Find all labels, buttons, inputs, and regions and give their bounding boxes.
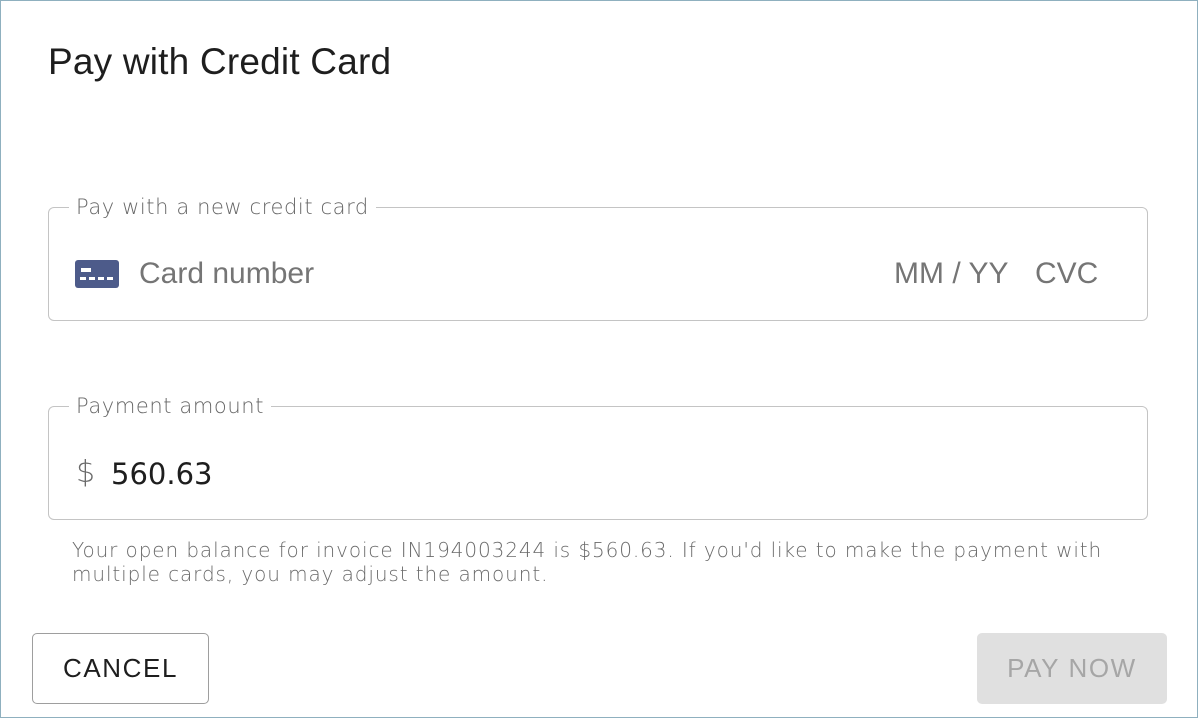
credit-card-dialog: Pay with Credit Card Pay with a new cred… (0, 0, 1198, 718)
credit-card-icon (75, 260, 119, 288)
card-number-input[interactable] (139, 254, 659, 294)
expiry-date-input[interactable] (894, 254, 1019, 294)
balance-helper-text: Your open balance for invoice IN19400324… (72, 538, 1103, 586)
cancel-button[interactable]: CANCEL (32, 633, 209, 704)
pay-now-button[interactable]: PAY NOW (977, 633, 1167, 704)
dialog-title: Pay with Credit Card (48, 41, 392, 82)
card-field-legend: Pay with a new credit card (76, 195, 369, 219)
payment-amount-field[interactable]: Payment amount $ (48, 396, 1148, 520)
currency-symbol: $ (76, 455, 96, 490)
payment-amount-input[interactable] (111, 453, 811, 495)
cvc-input[interactable] (1035, 254, 1115, 294)
card-details-field[interactable]: Pay with a new credit card (48, 197, 1148, 321)
amount-field-legend: Payment amount (76, 394, 265, 418)
